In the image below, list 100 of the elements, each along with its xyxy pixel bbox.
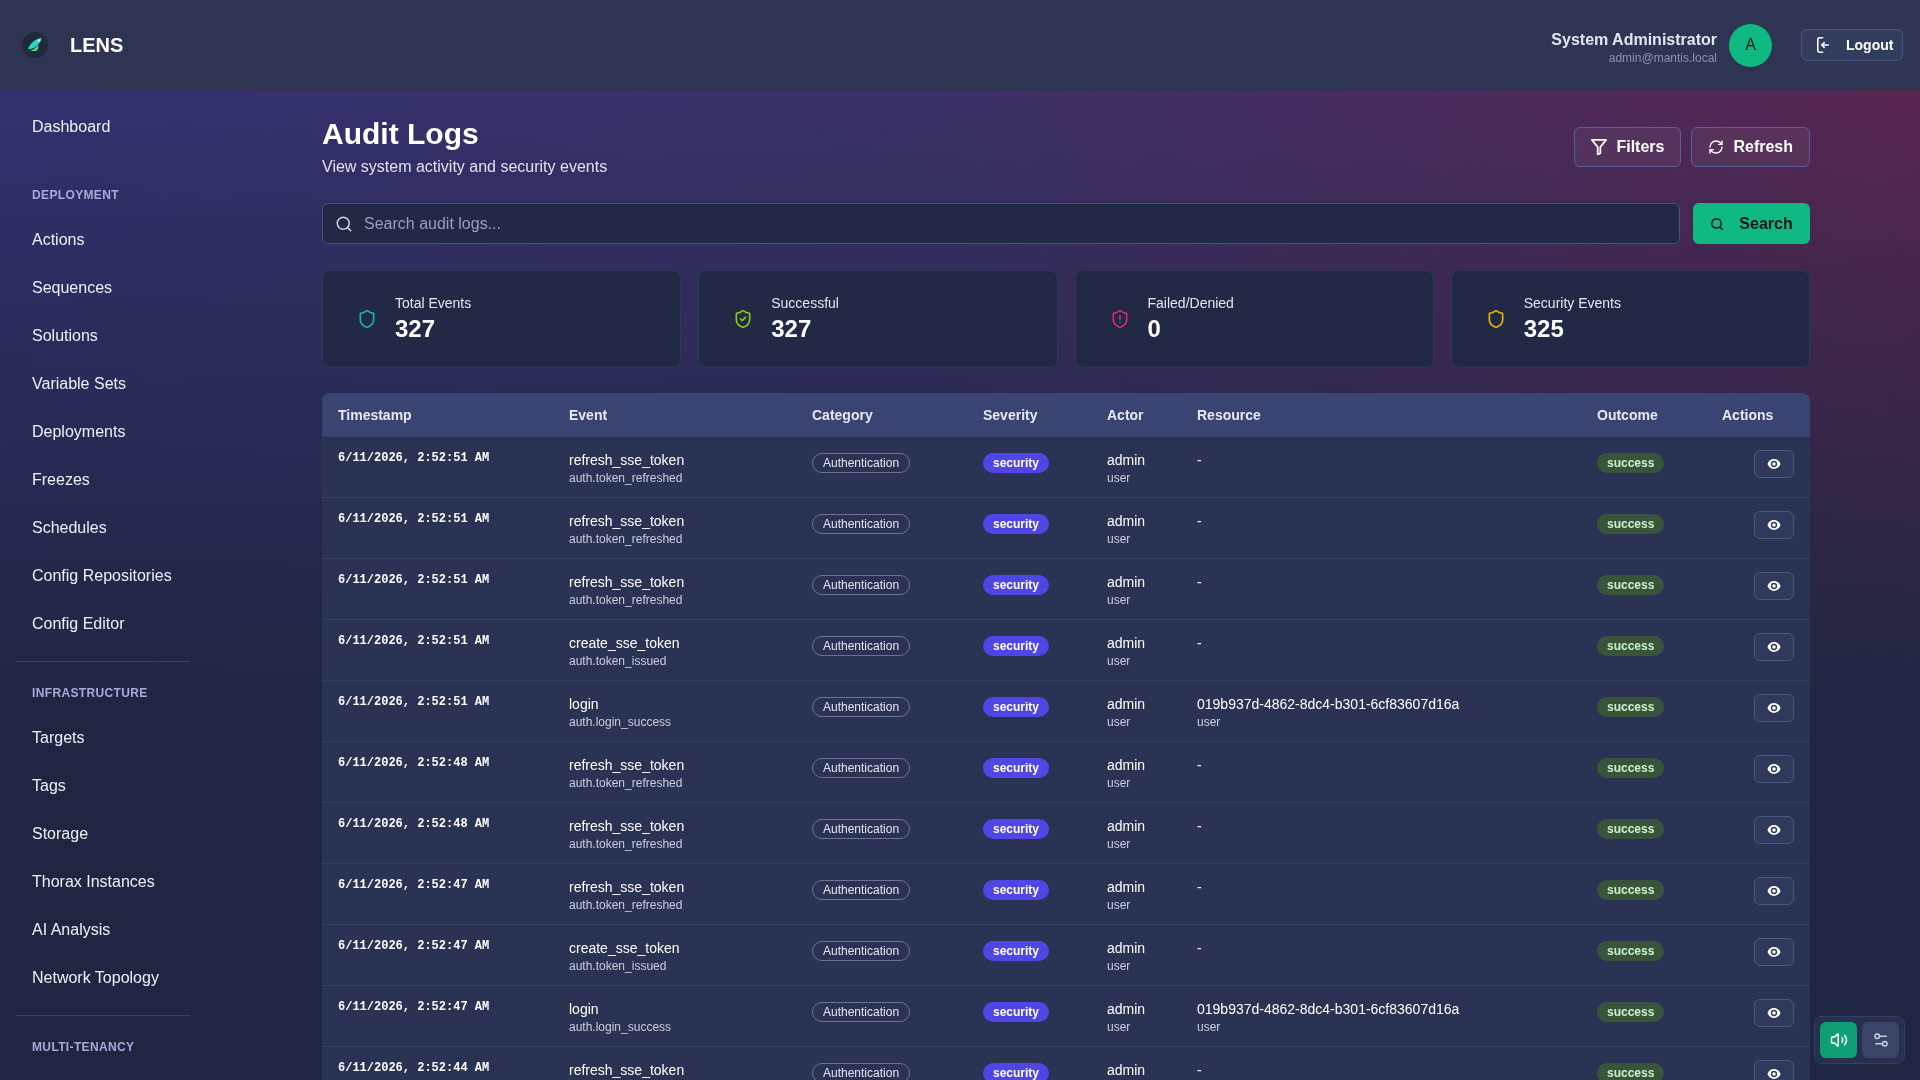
sidebar-item[interactable]: AI Analysis (16, 906, 190, 954)
resource-id: - (1197, 1061, 1202, 1080)
refresh-icon (1708, 139, 1725, 155)
actor-name: admin (1107, 512, 1146, 531)
actor-name: admin (1107, 695, 1146, 714)
actor-type: user (1107, 592, 1131, 608)
sidebar-item[interactable]: Config Repositories (16, 552, 190, 600)
event-code: auth.login_success (569, 714, 672, 730)
eye-icon (1767, 886, 1781, 896)
actor-type: user (1107, 1019, 1131, 1035)
settings-button[interactable] (1862, 1022, 1899, 1058)
user-email: admin@mantis.local (1608, 50, 1717, 66)
outcome-badge: success (1597, 697, 1665, 717)
view-button[interactable] (1754, 938, 1794, 966)
sidebar-item[interactable]: Storage (16, 810, 190, 858)
sound-button[interactable] (1820, 1022, 1857, 1058)
sidebar-item[interactable]: Thorax Instances (16, 858, 190, 906)
eye-icon (1767, 764, 1781, 774)
view-button[interactable] (1754, 511, 1794, 539)
section-heading: INFRASTRUCTURE (31, 685, 149, 701)
event-name: refresh_sse_token (569, 451, 685, 470)
resource-id: - (1197, 939, 1202, 958)
eye-icon (1767, 947, 1781, 957)
view-button[interactable] (1754, 694, 1794, 722)
eye-icon (1767, 1069, 1781, 1079)
resource-id: - (1197, 573, 1202, 592)
sidebar-item[interactable]: Freezes (16, 456, 190, 504)
sidebar-item[interactable]: Targets (16, 714, 190, 762)
column-header: Timestamp (338, 405, 412, 425)
actor-name: admin (1107, 573, 1146, 592)
sidebar-item[interactable]: Actions (16, 216, 190, 264)
search-button[interactable]: Search (1693, 203, 1810, 244)
resource-id: - (1197, 634, 1202, 653)
severity-badge: security (983, 819, 1050, 839)
resource-id: - (1197, 817, 1202, 836)
event-code: auth.token_refreshed (569, 775, 683, 791)
column-header: Actor (1107, 405, 1144, 425)
severity-badge: security (983, 880, 1050, 900)
outcome-badge: success (1597, 453, 1665, 473)
severity-badge: security (983, 697, 1050, 717)
timestamp-text: 6/11/2026, 2:52:51 AM (338, 450, 491, 466)
view-button[interactable] (1754, 999, 1794, 1027)
resource-type: user (1197, 714, 1221, 730)
severity-badge: security (983, 1002, 1050, 1022)
event-code: auth.token_issued (569, 958, 667, 974)
event-name: refresh_sse_token (569, 756, 685, 775)
event-code: auth.token_refreshed (569, 897, 683, 913)
eye-icon (1767, 703, 1781, 713)
sidebar-item[interactable]: Config Editor (16, 600, 190, 648)
event-name: refresh_sse_token (569, 817, 685, 836)
sidebar-item[interactable]: Tags (16, 762, 190, 810)
toolbar-button[interactable]: Refresh (1691, 127, 1810, 167)
sidebar-item[interactable]: Schedules (16, 504, 190, 552)
avatar: A (1729, 23, 1772, 67)
sidebar-item[interactable]: Deployments (16, 408, 190, 456)
view-button[interactable] (1754, 572, 1794, 600)
eye-icon (1767, 459, 1781, 469)
timestamp-text: 6/11/2026, 2:52:47 AM (338, 999, 491, 1015)
severity-badge: security (983, 941, 1050, 961)
event-name: refresh_sse_token (569, 878, 685, 897)
view-button[interactable] (1754, 755, 1794, 783)
stat-label: Security Events (1523, 294, 1621, 313)
toolbar-button[interactable]: Filters (1574, 127, 1682, 167)
stat-label: Total Events (395, 294, 472, 313)
actor-type: user (1107, 897, 1131, 913)
logout-button[interactable]: Logout (1801, 29, 1903, 61)
sidebar-item[interactable]: Sequences (16, 264, 190, 312)
view-button[interactable] (1754, 450, 1794, 478)
search-field[interactable]: Search audit logs... (322, 203, 1680, 244)
page-subtitle: View system activity and security events (322, 157, 608, 177)
severity-badge: security (983, 514, 1050, 534)
event-name: create_sse_token (569, 939, 680, 958)
funnel-icon (1591, 139, 1608, 155)
event-name: refresh_sse_token (569, 1061, 685, 1080)
resource-id: - (1197, 878, 1202, 897)
event-name: refresh_sse_token (569, 512, 685, 531)
view-button[interactable] (1754, 633, 1794, 661)
timestamp-text: 6/11/2026, 2:52:44 AM (338, 1060, 491, 1076)
search-icon (335, 214, 353, 233)
sidebar-item[interactable]: Solutions (16, 312, 190, 360)
timestamp-text: 6/11/2026, 2:52:51 AM (338, 572, 491, 588)
column-header: Resource (1197, 405, 1261, 425)
actor-type: user (1107, 714, 1131, 730)
actor-name: admin (1107, 451, 1146, 470)
view-button[interactable] (1754, 816, 1794, 844)
sidebar-item[interactable]: Variable Sets (16, 360, 190, 408)
resource-id: 019b937d-4862-8dc4-b301-6cf83607d16a (1197, 695, 1460, 714)
stat-label: Successful (771, 294, 839, 313)
actor-name: admin (1107, 939, 1146, 958)
sidebar-item[interactable]: Dashboard (16, 103, 190, 151)
view-button[interactable] (1754, 1060, 1794, 1080)
outcome-badge: success (1597, 636, 1665, 656)
sidebar-item[interactable]: Network Topology (16, 954, 190, 1002)
view-button[interactable] (1754, 877, 1794, 905)
outcome-badge: success (1597, 1063, 1665, 1080)
event-code: auth.token_refreshed (569, 592, 683, 608)
event-code: auth.token_issued (569, 653, 667, 669)
actor-type: user (1107, 531, 1131, 547)
event-name: login (569, 695, 599, 714)
severity-badge: security (983, 1063, 1050, 1080)
